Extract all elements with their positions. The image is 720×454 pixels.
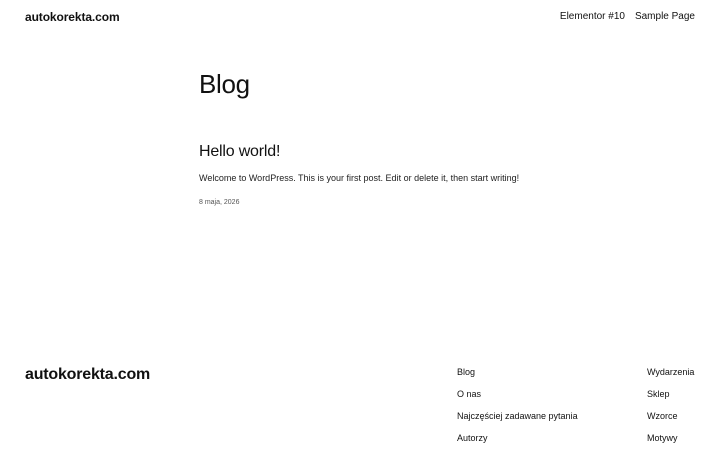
footer-nav-item: Blog <box>457 366 578 388</box>
footer-link-autorzy[interactable]: Autorzy <box>457 433 488 443</box>
footer-nav-column-2: Wydarzenia Sklep Wzorce Motywy <box>647 366 694 454</box>
footer-link-motywy[interactable]: Motywy <box>647 433 678 443</box>
footer-nav-column-1: Blog O nas Najczęściej zadawane pytania … <box>457 366 578 454</box>
footer-nav-item: Wzorce <box>647 410 694 432</box>
footer-site-title-link[interactable]: autokorekta.com <box>25 366 150 384</box>
site-title-link[interactable]: autokorekta.com <box>25 10 120 24</box>
footer-nav-item: Wydarzenia <box>647 366 694 388</box>
footer-link-blog[interactable]: Blog <box>457 367 475 377</box>
footer-nav-item: Najczęściej zadawane pytania <box>457 410 578 432</box>
page-title: Blog <box>199 69 250 99</box>
nav-link-sample-page[interactable]: Sample Page <box>635 11 695 22</box>
post-title-link[interactable]: Hello world! <box>199 142 599 162</box>
footer-nav-item: Sklep <box>647 388 694 410</box>
post-excerpt: Welcome to WordPress. This is your first… <box>199 173 520 183</box>
footer-link-wydarzenia[interactable]: Wydarzenia <box>647 367 694 377</box>
site-footer: autokorekta.com Blog O nas Najczęściej z… <box>0 360 720 450</box>
footer-nav-item: O nas <box>457 388 578 410</box>
post-date[interactable]: 8 maja, 2026 <box>199 198 599 208</box>
site-header: autokorekta.com Elementor #10 Sample Pag… <box>0 0 720 36</box>
footer-link-faq[interactable]: Najczęściej zadawane pytania <box>457 411 578 421</box>
post-item: Hello world! Welcome to WordPress. This … <box>199 142 599 208</box>
main-content: Blog Hello world! Welcome to WordPress. … <box>199 68 559 206</box>
footer-link-sklep[interactable]: Sklep <box>647 389 670 399</box>
footer-link-o-nas[interactable]: O nas <box>457 389 481 399</box>
footer-nav-item: Autorzy <box>457 432 578 454</box>
footer-link-wzorce[interactable]: Wzorce <box>647 411 678 421</box>
nav-link-elementor-10[interactable]: Elementor #10 <box>560 11 625 22</box>
top-navigation: Elementor #10 Sample Page <box>560 11 695 22</box>
footer-nav-item: Motywy <box>647 432 694 454</box>
